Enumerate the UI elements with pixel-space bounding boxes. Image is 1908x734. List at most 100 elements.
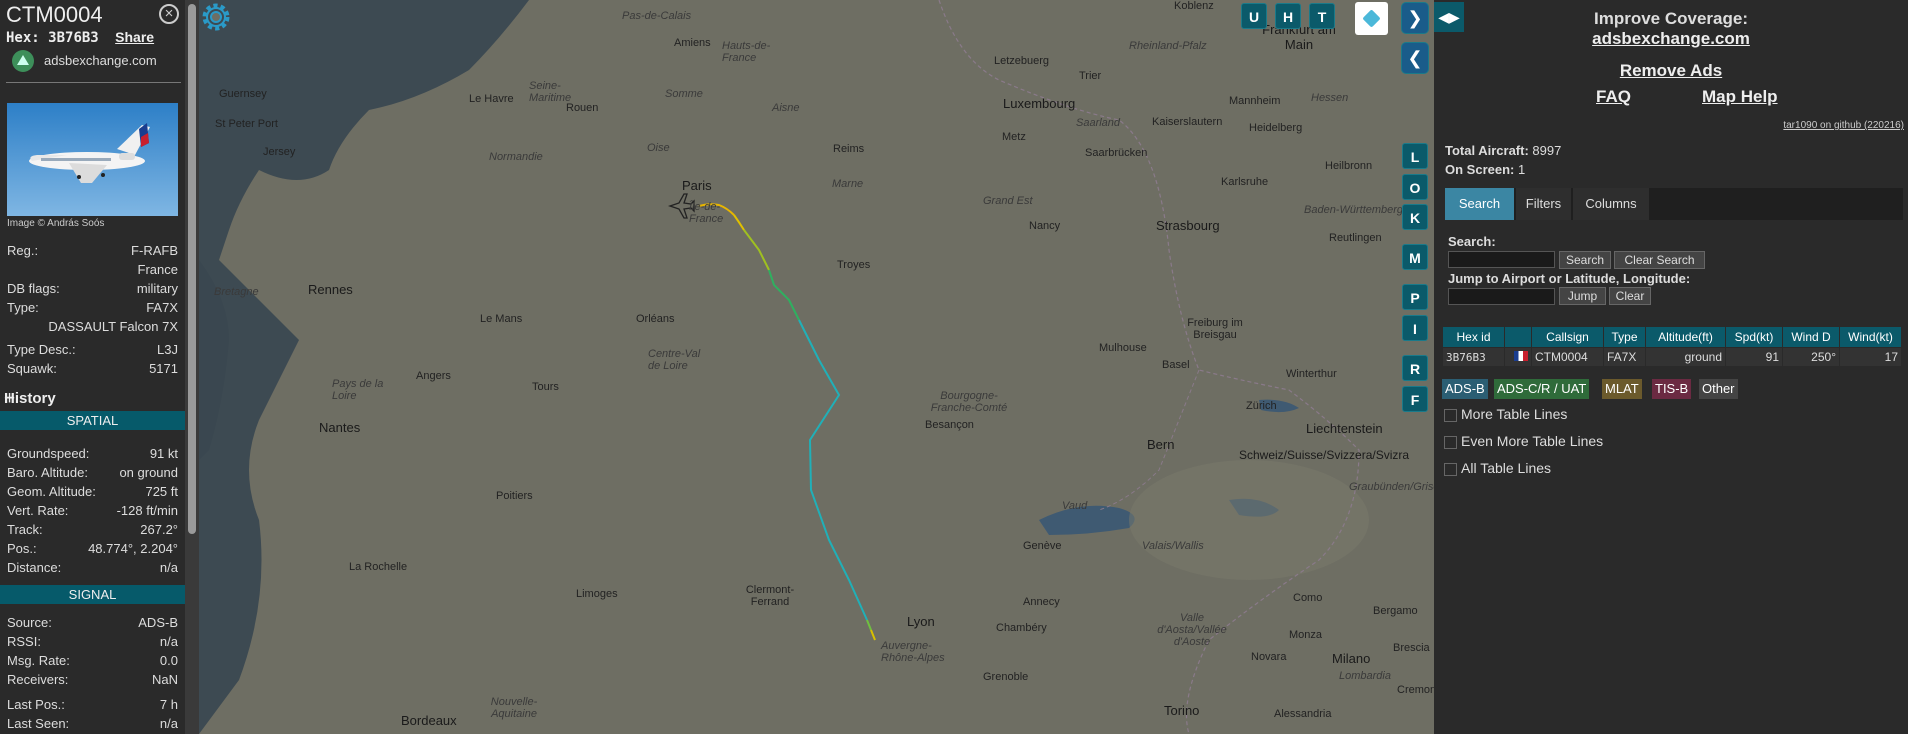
- map-label-city: Novara: [1251, 651, 1287, 663]
- map-label-city: Bergamo: [1373, 605, 1418, 617]
- map-label-region: Bretagne: [214, 286, 259, 298]
- map-label-city: Karlsruhe: [1221, 176, 1269, 188]
- clear-search-button[interactable]: Clear Search: [1614, 251, 1705, 269]
- vert-rate-row: Vert. Rate: -128 ft/min: [7, 503, 178, 518]
- chevron-right-icon[interactable]: ❯: [1401, 2, 1429, 34]
- position-row: Pos.: 48.774°, 2.204°: [7, 541, 178, 556]
- remove-ads-link[interactable]: Remove Ads: [1434, 61, 1908, 81]
- map-button-h[interactable]: H: [1275, 3, 1301, 29]
- github-link[interactable]: tar1090 on github (220216): [1783, 120, 1904, 131]
- info-panel-scrollbar[interactable]: [185, 0, 199, 734]
- search-label: Search:: [1448, 234, 1496, 249]
- map-button-i[interactable]: I: [1402, 315, 1428, 341]
- source-site-name: adsbexchange.com: [44, 53, 157, 68]
- tab-filters[interactable]: Filters: [1516, 188, 1571, 220]
- map-label-city: Grenoble: [983, 671, 1029, 683]
- cell-altitude[interactable]: ground: [1646, 348, 1725, 366]
- map-button-o[interactable]: O: [1402, 174, 1428, 200]
- map-label-city: Zürich: [1246, 400, 1277, 412]
- all-table-lines-checkbox[interactable]: All Table Lines: [1444, 460, 1551, 476]
- improve-coverage-label: Improve Coverage:: [1594, 9, 1748, 28]
- chevron-left-icon[interactable]: ❮: [1401, 42, 1429, 74]
- map-label-region: Oise: [647, 142, 670, 154]
- map-label-city: Heilbronn: [1325, 160, 1373, 172]
- distance-row: Distance: n/a: [7, 560, 178, 575]
- map-label-city: Bordeaux: [401, 713, 457, 728]
- jump-label: Jump to Airport or Latitude, Longitude:: [1448, 271, 1691, 286]
- col-wind-dir[interactable]: Wind D: [1783, 327, 1839, 347]
- col-hex[interactable]: Hex id: [1443, 327, 1504, 347]
- col-speed[interactable]: Spd(kt): [1726, 327, 1782, 347]
- groundspeed-row: Groundspeed: 91 kt: [7, 446, 178, 461]
- col-altitude[interactable]: Altitude(ft): [1646, 327, 1725, 347]
- map-button-r[interactable]: R: [1402, 355, 1428, 381]
- faq-link[interactable]: FAQ: [1596, 87, 1631, 107]
- map-button-p[interactable]: P: [1402, 284, 1428, 310]
- receivers-row: Receivers: NaN: [7, 672, 178, 687]
- more-table-lines-checkbox[interactable]: More Table Lines: [1444, 406, 1567, 422]
- signal-band[interactable]: SIGNAL: [0, 585, 185, 604]
- col-callsign[interactable]: Callsign: [1532, 327, 1603, 347]
- map-label-city: Heidelberg: [1249, 122, 1303, 134]
- map-button-l[interactable]: L: [1402, 143, 1428, 169]
- coverage-link[interactable]: adsbexchange.com: [1434, 29, 1908, 49]
- map-button-m[interactable]: M: [1402, 244, 1428, 270]
- map-label-city: Brescia: [1393, 642, 1430, 654]
- map-label-city: Freiburg im Breisgau: [1187, 317, 1243, 341]
- scrollbar-thumb[interactable]: [188, 4, 196, 534]
- cell-wind-dir[interactable]: 250°: [1783, 348, 1839, 366]
- map-label-city: Letzebuerg: [994, 55, 1050, 67]
- tab-columns[interactable]: Columns: [1573, 188, 1649, 220]
- map-label-city: Le Havre: [469, 93, 514, 105]
- jump-button[interactable]: Jump: [1559, 287, 1606, 305]
- jump-input[interactable]: [1448, 288, 1555, 305]
- map-label-region: Normandie: [489, 151, 543, 163]
- close-icon[interactable]: ×: [159, 4, 179, 24]
- tab-search[interactable]: Search: [1445, 188, 1514, 220]
- search-button[interactable]: Search: [1559, 251, 1611, 269]
- gear-icon[interactable]: [199, 0, 233, 34]
- map-help-link[interactable]: Map Help: [1702, 87, 1778, 107]
- map-button-k[interactable]: K: [1402, 204, 1428, 230]
- cell-wind-speed[interactable]: 17: [1840, 348, 1901, 366]
- cell-speed[interactable]: 91: [1726, 348, 1782, 366]
- map-label-city: Koblenz: [1174, 0, 1214, 12]
- map-label-city: Rennes: [308, 282, 353, 297]
- aircraft-table: Hex id Callsign Type Altitude(ft) Spd(kt…: [1442, 326, 1902, 367]
- map-button-f[interactable]: F: [1402, 386, 1428, 412]
- col-type[interactable]: Type: [1604, 327, 1645, 347]
- even-more-table-lines-checkbox[interactable]: Even More Table Lines: [1444, 433, 1603, 449]
- cell-callsign[interactable]: CTM0004: [1532, 348, 1603, 366]
- aircraft-photo[interactable]: [7, 103, 178, 216]
- divider: [6, 82, 181, 83]
- cell-type[interactable]: FA7X: [1604, 348, 1645, 366]
- cell-hex[interactable]: 3B76B3: [1443, 348, 1504, 366]
- map-label-city: St Peter Port: [215, 118, 278, 130]
- history-header[interactable]: History +: [0, 388, 185, 410]
- map-label-city: Metz: [1002, 131, 1026, 143]
- map-label-city: Besançon: [925, 419, 974, 431]
- table-row[interactable]: 3B76B3 CTM0004 FA7X ground 91 250° 17: [1443, 348, 1901, 366]
- map-label-region: Schweiz/Suisse/Svizzera/Svizra: [1239, 448, 1410, 462]
- map-view[interactable]: Paris Amiens Rouen Le Havre Reims Troyes…: [199, 0, 1434, 734]
- expand-plus-icon[interactable]: +: [4, 388, 179, 410]
- clear-button[interactable]: Clear: [1609, 287, 1651, 305]
- aircraft-list-panel: ◀▶ Improve Coverage: adsbexchange.com Re…: [1434, 0, 1908, 734]
- map-label-city: Troyes: [837, 259, 871, 271]
- source-row: Source: ADS-B: [7, 615, 178, 630]
- reg-value[interactable]: F-RAFB: [131, 243, 178, 258]
- col-flag[interactable]: [1505, 327, 1531, 347]
- spatial-band[interactable]: SPATIAL: [0, 411, 185, 430]
- map-label-city: Bern: [1147, 437, 1175, 452]
- map-button-u[interactable]: U: [1241, 3, 1267, 29]
- legend-adsb: ADS-B: [1442, 379, 1488, 399]
- map-button-t[interactable]: T: [1309, 3, 1335, 29]
- layers-icon[interactable]: [1355, 2, 1388, 35]
- share-link[interactable]: Share: [115, 29, 154, 45]
- aircraft-callsign: CTM0004: [6, 2, 103, 27]
- map-label-city: Kaiserslautern: [1152, 116, 1223, 128]
- map-label-city: Torino: [1164, 703, 1200, 718]
- search-input[interactable]: [1448, 251, 1555, 268]
- map-label-region: Rheinland-Pfalz: [1129, 40, 1207, 52]
- col-wind-speed[interactable]: Wind(kt): [1840, 327, 1901, 347]
